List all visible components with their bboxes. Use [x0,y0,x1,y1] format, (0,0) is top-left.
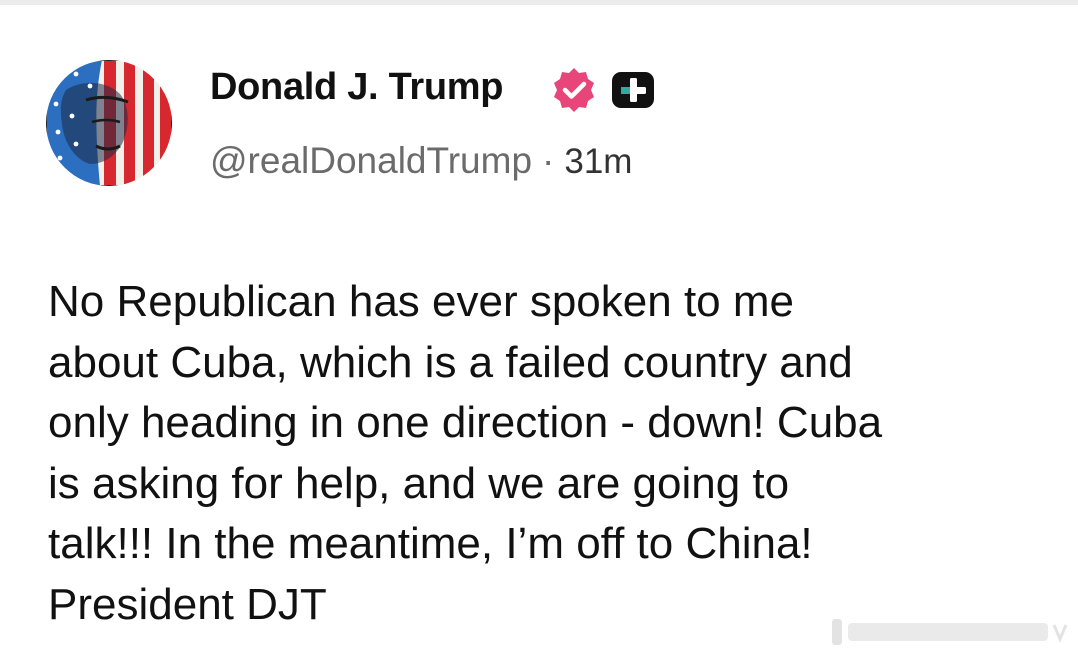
plus-badge-icon [610,70,656,110]
post-body-text: No Republican has ever spoken to me abou… [48,277,883,629]
post-meta: @realDonaldTrump · 31m [210,140,632,182]
watermark [830,615,1070,649]
author-handle[interactable]: @realDonaldTrump [210,140,532,181]
post-card: Donald J. Trump @realDonaldTrump · 31m No … [0,0,1078,659]
author-display-name[interactable]: Donald J. Trump [210,66,504,109]
meta-separator: · [542,140,555,181]
avatar-image [46,60,172,186]
avatar[interactable] [46,60,172,186]
verified-badge-icon [550,66,598,114]
post-timestamp[interactable]: 31m [564,142,632,181]
